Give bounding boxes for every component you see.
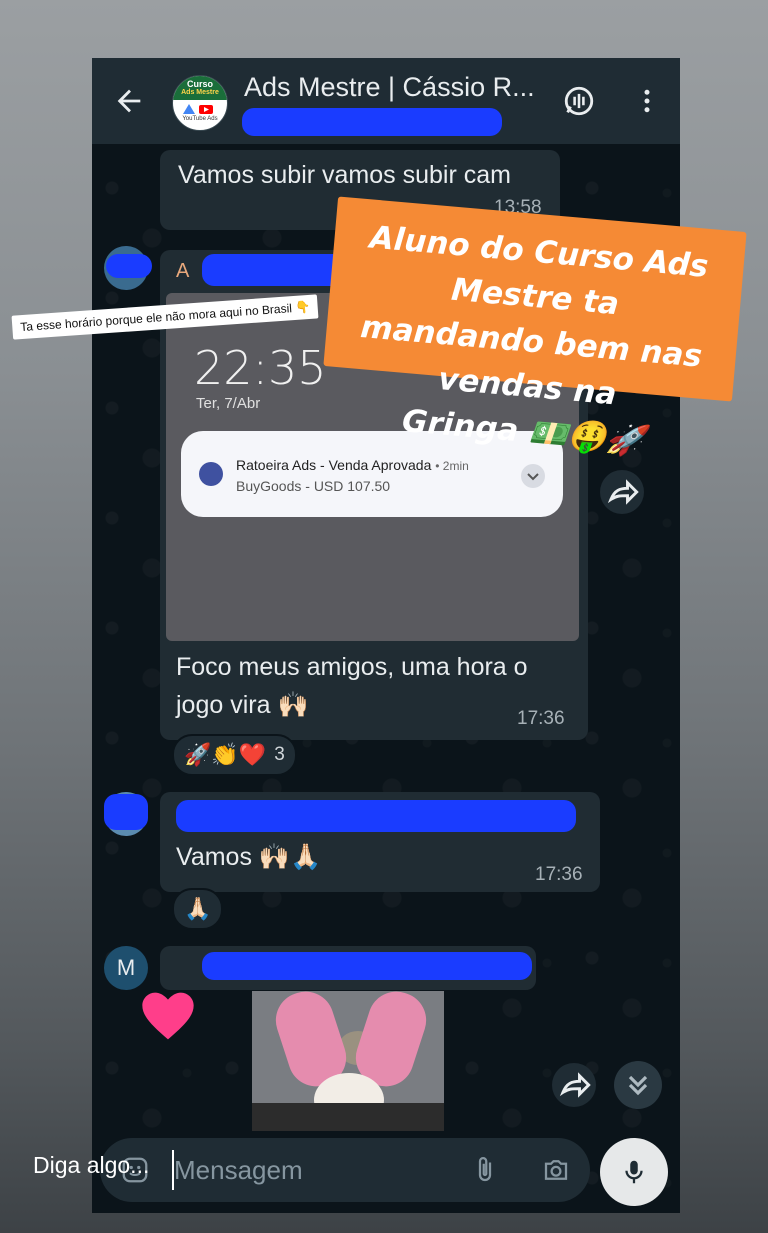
- redaction-scribble: [202, 952, 532, 980]
- forward-icon[interactable]: [552, 1063, 596, 1107]
- chevron-down-icon: [521, 464, 545, 488]
- chat-title[interactable]: Ads Mestre | Cássio R...: [244, 72, 554, 103]
- forward-icon[interactable]: [600, 470, 644, 514]
- back-arrow-icon[interactable]: [112, 84, 146, 118]
- redaction-scribble: [104, 794, 148, 830]
- caption-banner: Aluno do Curso Ads Mestre ta mandando be…: [323, 196, 747, 460]
- channel-avatar[interactable]: Curso Ads Mestre YouTube Ads: [172, 75, 228, 131]
- sender-avatar[interactable]: M: [104, 946, 148, 990]
- reply-prompt[interactable]: Diga algo...: [33, 1152, 149, 1179]
- redaction-scribble: [106, 254, 152, 278]
- more-vert-icon[interactable]: [632, 85, 662, 117]
- redaction-scribble: [242, 108, 502, 136]
- app-icon: [199, 462, 223, 486]
- redaction-scribble: [176, 800, 576, 832]
- scroll-down-icon[interactable]: [614, 1061, 662, 1109]
- reaction-pill[interactable]: 🙏🏻: [172, 888, 224, 930]
- voice-chat-icon[interactable]: [562, 84, 596, 118]
- dog-sticker-image[interactable]: [252, 991, 444, 1131]
- attach-icon[interactable]: [470, 1154, 500, 1186]
- mic-button[interactable]: [600, 1138, 668, 1206]
- camera-icon[interactable]: [540, 1155, 572, 1185]
- heart-sticker[interactable]: [140, 990, 196, 1042]
- message-input[interactable]: Mensagem: [174, 1155, 303, 1186]
- mic-icon: [625, 1160, 643, 1184]
- message-input-bar[interactable]: Mensagem: [100, 1138, 590, 1202]
- reaction-pill[interactable]: 🚀👏❤️ 3: [172, 734, 297, 776]
